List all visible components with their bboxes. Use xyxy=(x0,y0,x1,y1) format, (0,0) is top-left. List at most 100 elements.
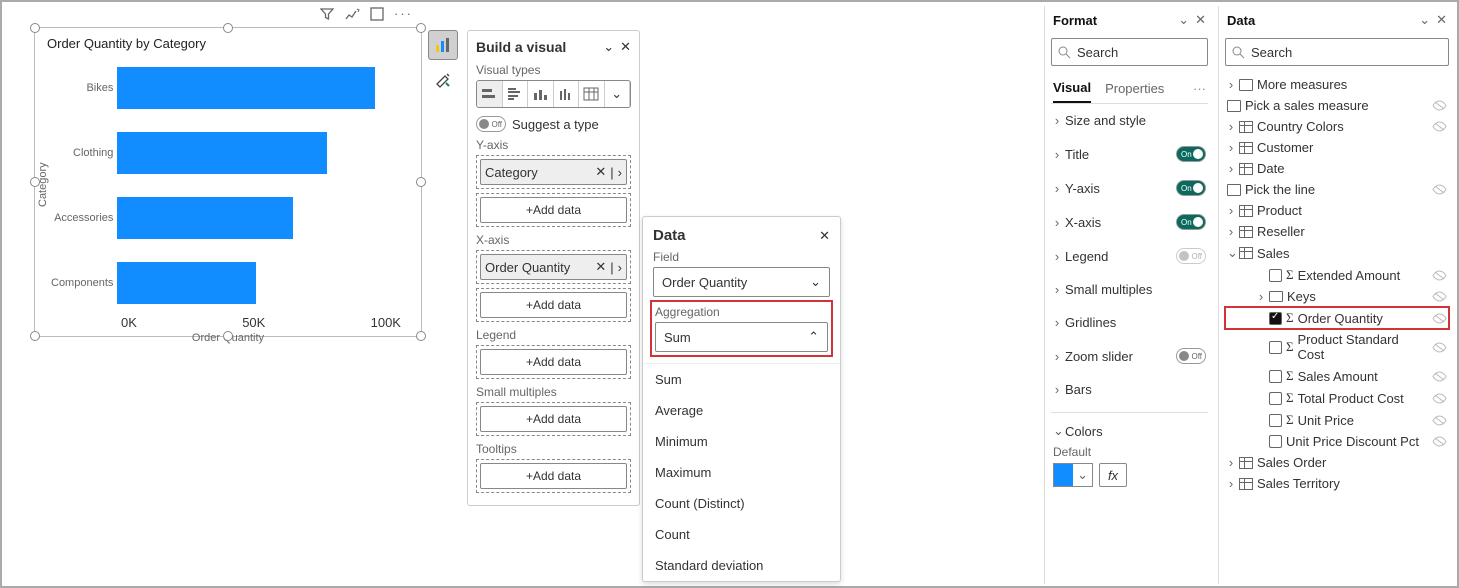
visual-type-line[interactable] xyxy=(554,81,580,107)
resize-handle[interactable] xyxy=(223,331,233,341)
build-visual-icon[interactable] xyxy=(428,30,458,60)
fx-button[interactable]: fx xyxy=(1099,463,1127,487)
visual-type-column[interactable] xyxy=(528,81,554,107)
analyze-icon[interactable] xyxy=(344,7,360,21)
format-card-title[interactable]: ›TitleOn xyxy=(1051,137,1208,171)
add-data-button[interactable]: +Add data xyxy=(480,197,627,223)
tree-item-pick-a-sales-measure[interactable]: Pick a sales measure xyxy=(1225,95,1449,116)
resize-handle[interactable] xyxy=(30,331,40,341)
xaxis-well[interactable]: Order Quantity ✕|› xyxy=(476,250,631,284)
chevron-right-icon[interactable]: › xyxy=(1227,224,1235,239)
format-card-size-and-style[interactable]: ›Size and style xyxy=(1051,104,1208,137)
aggregation-option[interactable]: Standard deviation xyxy=(643,550,840,581)
format-card-x-axis[interactable]: ›X-axisOn xyxy=(1051,205,1208,239)
aggregation-option[interactable]: Count (Distinct) xyxy=(643,488,840,519)
tree-item-sales-order[interactable]: ›Sales Order xyxy=(1225,452,1449,473)
chevron-down-icon[interactable]: ⌄ xyxy=(603,39,614,55)
add-data-button[interactable]: +Add data xyxy=(480,406,627,432)
tree-item-date[interactable]: ›Date xyxy=(1225,158,1449,179)
tree-item-product[interactable]: ›Product xyxy=(1225,200,1449,221)
remove-field-icon[interactable]: ✕ xyxy=(595,259,606,275)
hidden-icon[interactable] xyxy=(1432,291,1447,302)
toggle[interactable]: Off xyxy=(1176,348,1206,364)
close-icon[interactable]: ✕ xyxy=(620,39,631,55)
hidden-icon[interactable] xyxy=(1432,393,1447,404)
chevron-right-icon[interactable]: › xyxy=(1257,289,1265,304)
field-checkbox[interactable] xyxy=(1269,312,1282,325)
tree-item-pick-the-line[interactable]: Pick the line xyxy=(1225,179,1449,200)
add-data-button[interactable]: +Add data xyxy=(480,463,627,489)
tree-item-sales-territory[interactable]: ›Sales Territory xyxy=(1225,473,1449,494)
format-card-zoom-slider[interactable]: ›Zoom sliderOff xyxy=(1051,339,1208,373)
tree-item-customer[interactable]: ›Customer xyxy=(1225,137,1449,158)
hidden-icon[interactable] xyxy=(1432,436,1447,447)
yaxis-field-chip[interactable]: Category ✕|› xyxy=(480,159,627,185)
xaxis-field-chip[interactable]: Order Quantity ✕|› xyxy=(480,254,627,280)
bar[interactable] xyxy=(117,67,375,109)
field-checkbox[interactable] xyxy=(1269,392,1282,405)
format-card-bars[interactable]: ›Bars xyxy=(1051,373,1208,406)
format-card-gridlines[interactable]: ›Gridlines xyxy=(1051,306,1208,339)
yaxis-add[interactable]: +Add data xyxy=(476,193,631,227)
close-icon[interactable]: ✕ xyxy=(819,228,830,244)
field-checkbox[interactable] xyxy=(1269,269,1282,282)
report-canvas[interactable]: ··· Order Quantity by Category Category … xyxy=(2,2,1042,586)
suggest-toggle[interactable]: Off xyxy=(476,116,506,132)
chevron-right-icon[interactable]: › xyxy=(1227,119,1235,134)
tree-item-extended-amount[interactable]: ΣExtended Amount xyxy=(1225,264,1449,286)
resize-handle[interactable] xyxy=(223,23,233,33)
aggregation-option[interactable]: Minimum xyxy=(643,426,840,457)
data-search[interactable]: Search xyxy=(1225,38,1449,66)
chevron-down-icon[interactable]: ⌄ xyxy=(1178,12,1189,27)
visual-type-table[interactable] xyxy=(579,81,605,107)
chevron-right-icon[interactable]: › xyxy=(1227,476,1235,491)
format-visual-icon[interactable] xyxy=(428,64,458,94)
resize-handle[interactable] xyxy=(416,331,426,341)
field-menu-icon[interactable]: › xyxy=(618,260,622,275)
aggregation-dropdown[interactable]: Sum ⌃ xyxy=(655,322,828,352)
xaxis-add[interactable]: +Add data xyxy=(476,288,631,322)
resize-handle[interactable] xyxy=(416,23,426,33)
aggregation-option[interactable]: Sum xyxy=(643,364,840,395)
chevron-right-icon[interactable]: › xyxy=(1227,203,1235,218)
close-icon[interactable]: ✕ xyxy=(1436,12,1447,27)
tree-item-unit-price[interactable]: ΣUnit Price xyxy=(1225,409,1449,431)
field-checkbox[interactable] xyxy=(1269,435,1282,448)
chevron-right-icon[interactable]: › xyxy=(1227,455,1235,470)
focus-mode-icon[interactable] xyxy=(370,7,384,21)
chart-visual[interactable]: Order Quantity by Category Category Bike… xyxy=(34,27,422,337)
add-data-button[interactable]: +Add data xyxy=(480,349,627,375)
hidden-icon[interactable] xyxy=(1432,184,1447,195)
chevron-down-icon[interactable]: ⌄ xyxy=(1419,12,1430,27)
chevron-right-icon[interactable]: › xyxy=(1227,77,1235,92)
format-search[interactable]: Search xyxy=(1051,38,1208,66)
hidden-icon[interactable] xyxy=(1432,270,1447,281)
aggregation-option[interactable]: Average xyxy=(643,395,840,426)
aggregation-option[interactable]: Count xyxy=(643,519,840,550)
field-checkbox[interactable] xyxy=(1269,370,1282,383)
sm-add[interactable]: +Add data xyxy=(476,402,631,436)
close-icon[interactable]: ✕ xyxy=(1195,12,1206,27)
tree-item-keys[interactable]: ›Keys xyxy=(1225,286,1449,307)
bar[interactable] xyxy=(117,197,293,239)
hidden-icon[interactable] xyxy=(1432,342,1447,353)
tree-item-unit-price-discount-pct[interactable]: Unit Price Discount Pct xyxy=(1225,431,1449,452)
hidden-icon[interactable] xyxy=(1432,415,1447,426)
tree-item-sales-amount[interactable]: ΣSales Amount xyxy=(1225,365,1449,387)
tab-properties[interactable]: Properties xyxy=(1105,75,1164,102)
field-dropdown[interactable]: Order Quantity ⌄ xyxy=(653,267,830,297)
chevron-down-icon[interactable]: ⌄ xyxy=(1227,245,1235,261)
hidden-icon[interactable] xyxy=(1432,371,1447,382)
tree-item-product-standard-cost[interactable]: ΣProduct Standard Cost xyxy=(1225,329,1449,365)
aggregation-option[interactable]: Maximum xyxy=(643,457,840,488)
visual-type-more[interactable]: ⌄ xyxy=(605,81,631,107)
tab-visual[interactable]: Visual xyxy=(1053,74,1091,103)
toggle[interactable]: On xyxy=(1176,180,1206,196)
tree-item-country-colors[interactable]: ›Country Colors xyxy=(1225,116,1449,137)
bar[interactable] xyxy=(117,132,327,174)
tree-item-order-quantity[interactable]: ΣOrder Quantity xyxy=(1225,307,1449,329)
tree-item-more-measures[interactable]: ›More measures xyxy=(1225,74,1449,95)
remove-field-icon[interactable]: ✕ xyxy=(595,164,606,180)
yaxis-well[interactable]: Category ✕|› xyxy=(476,155,631,189)
visual-type-clustered-bar[interactable] xyxy=(503,81,529,107)
